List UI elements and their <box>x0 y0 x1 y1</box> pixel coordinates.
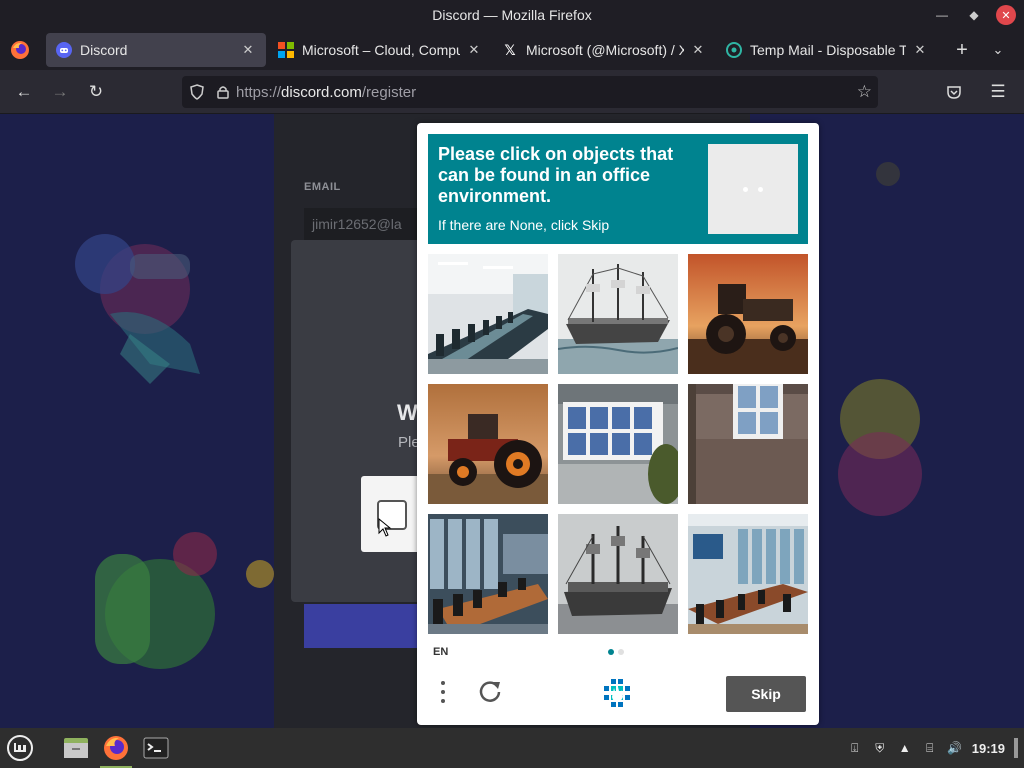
bookmark-star-icon[interactable]: ☆ <box>857 82 872 102</box>
tracking-protection-icon[interactable] <box>182 84 212 100</box>
tab-title: Microsoft – Cloud, Compute <box>302 42 460 58</box>
challenge-header: Please click on objects that can be foun… <box>428 134 808 244</box>
microsoft-icon <box>278 42 294 58</box>
tab-title: Temp Mail - Disposable Tem <box>750 42 906 58</box>
tile-window-2[interactable] <box>688 384 808 504</box>
example-image <box>708 144 798 234</box>
skip-button[interactable]: Skip <box>726 676 806 712</box>
discord-icon <box>56 42 72 58</box>
maximize-icon[interactable]: ◆ <box>964 5 984 25</box>
challenge-prompt: Please click on objects that can be foun… <box>438 144 674 206</box>
show-desktop-icon[interactable] <box>1014 738 1018 758</box>
files-icon[interactable] <box>56 728 96 768</box>
menu-icon[interactable] <box>441 681 447 703</box>
modal-title: W <box>397 400 418 425</box>
hcaptcha-logo-icon[interactable] <box>601 677 633 709</box>
challenge-subtext: If there are None, click Skip <box>438 217 610 233</box>
tab-x-microsoft[interactable]: 𝕏 Microsoft (@Microsoft) / X ✕ <box>492 33 716 67</box>
shield-icon[interactable]: ⛨ <box>872 740 888 756</box>
tab-discord[interactable]: Discord ✕ <box>46 33 266 67</box>
tab-close-icon[interactable]: ✕ <box>690 42 706 58</box>
list-tabs-icon[interactable]: ⌄ <box>982 42 1014 58</box>
clock[interactable]: 19:19 <box>972 741 1005 756</box>
app-menu-icon[interactable]: ☰ <box>980 76 1016 108</box>
tile-conference-room-2[interactable] <box>428 514 548 634</box>
hcaptcha-challenge: Please click on objects that can be foun… <box>417 123 819 725</box>
close-window-icon[interactable]: ✕ <box>996 5 1016 25</box>
firefox-taskbar-icon[interactable] <box>96 728 136 768</box>
back-icon[interactable]: ← <box>6 76 42 108</box>
x-icon: 𝕏 <box>504 41 516 58</box>
mint-menu-icon[interactable] <box>0 728 40 768</box>
tile-tractor-2[interactable] <box>428 384 548 504</box>
window-titlebar: Discord — Mozilla Firefox — ◆ ✕ <box>0 0 1024 30</box>
taskbar: ⍗ ⛨ ▲ ⌸ 🔊 19:19 <box>0 728 1024 768</box>
tile-tractor-1[interactable] <box>688 254 808 374</box>
pocket-icon[interactable] <box>936 76 972 108</box>
firefox-view-icon[interactable] <box>0 30 40 70</box>
window-title: Discord — Mozilla Firefox <box>432 7 592 23</box>
lock-icon[interactable] <box>212 85 234 99</box>
email-label: EMAIL <box>304 181 341 193</box>
minimize-icon[interactable]: — <box>932 5 952 25</box>
tile-window-1[interactable] <box>558 384 678 504</box>
page-dot-active <box>608 649 614 655</box>
page-indicator <box>608 649 624 655</box>
tab-close-icon[interactable]: ✕ <box>466 42 482 58</box>
tile-sailing-ship-2[interactable] <box>558 514 678 634</box>
tab-microsoft[interactable]: Microsoft – Cloud, Compute ✕ <box>268 33 492 67</box>
cursor-icon <box>378 518 392 537</box>
volume-icon[interactable]: 🔊 <box>947 740 963 756</box>
url-bar[interactable]: https://discord.com/register ☆ <box>182 76 878 108</box>
tab-close-icon[interactable]: ✕ <box>912 42 928 58</box>
tab-title: Discord <box>80 42 128 58</box>
email-field[interactable]: jimir12652@la <box>304 208 424 244</box>
update-manager-icon[interactable]: ⍗ <box>847 740 863 756</box>
new-tab-icon[interactable]: + <box>946 39 978 62</box>
page-dot <box>618 649 624 655</box>
navigation-bar: ← → ↻ https://discord.com/register ☆ ☰ <box>0 70 1024 114</box>
reload-icon[interactable]: ↻ <box>78 76 114 108</box>
image-grid <box>428 254 808 634</box>
tab-title: Microsoft (@Microsoft) / X <box>526 42 684 58</box>
tempmail-icon <box>726 42 742 58</box>
system-tray: ⍗ ⛨ ▲ ⌸ 🔊 19:19 <box>847 738 1018 758</box>
tab-temp-mail[interactable]: Temp Mail - Disposable Tem ✕ <box>716 33 938 67</box>
user-icon[interactable]: ▲ <box>897 740 913 756</box>
challenge-footer: Skip <box>417 673 819 715</box>
network-icon[interactable]: ⌸ <box>922 740 938 756</box>
tile-conference-room-1[interactable] <box>428 254 548 374</box>
continue-button[interactable] <box>304 604 420 648</box>
refresh-icon[interactable] <box>477 678 503 704</box>
tab-close-icon[interactable]: ✕ <box>240 42 256 58</box>
tab-bar: Discord ✕ Microsoft – Cloud, Compute ✕ 𝕏… <box>0 30 1024 70</box>
terminal-icon[interactable] <box>136 728 176 768</box>
tile-sailing-ship-1[interactable] <box>558 254 678 374</box>
language-selector[interactable]: EN <box>433 646 448 658</box>
url-text[interactable]: https://discord.com/register <box>236 84 416 101</box>
forward-icon[interactable]: → <box>42 76 78 108</box>
tile-conference-room-3[interactable] <box>688 514 808 634</box>
